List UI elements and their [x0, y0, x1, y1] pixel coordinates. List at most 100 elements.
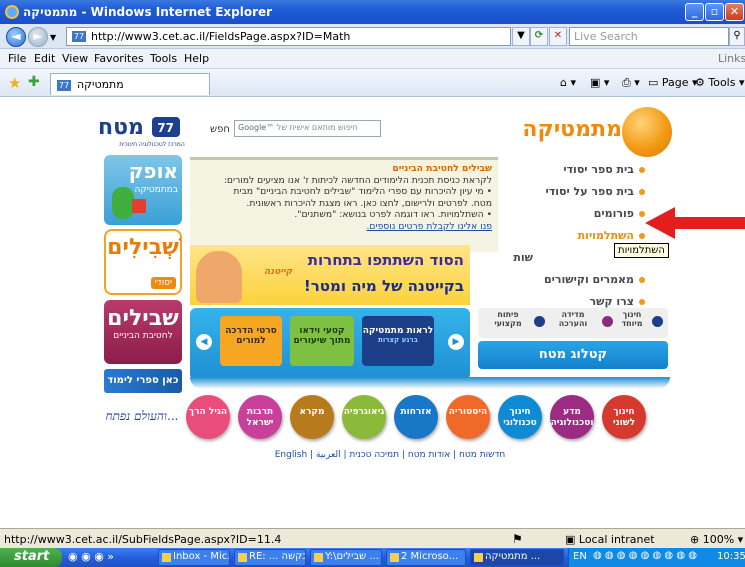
subject-circle[interactable]: מקרא: [290, 395, 334, 439]
link-assessment[interactable]: מדידה והערכה: [546, 310, 600, 328]
link-special-ed[interactable]: חינוך מיוחד: [614, 310, 650, 328]
task-mail-reply[interactable]: RE: ... בקשה: [234, 549, 306, 566]
taskbar: start ◉ ◉ ◉ » Inbox - Mic... RE: ... בקש…: [0, 548, 745, 567]
address-dropdown-button[interactable]: ▼: [512, 27, 530, 46]
nav-item-partial: שות: [513, 251, 533, 264]
language-indicator[interactable]: EN: [573, 551, 587, 562]
menu-file[interactable]: File: [8, 52, 26, 65]
ofek-tile[interactable]: אופק במתמטיקה: [104, 155, 182, 225]
maximize-button[interactable]: ▫: [705, 3, 724, 21]
carousel-item-title: לראות מתמטיקה: [362, 326, 434, 336]
carousel-prev-button[interactable]: ◀: [196, 334, 212, 350]
search-icon[interactable]: ⚲: [729, 27, 745, 46]
page-menu[interactable]: ▭ Page ▾: [648, 76, 698, 89]
search-input[interactable]: Live Search: [569, 27, 729, 46]
task-ie-math[interactable]: מתמטיקה ...: [470, 549, 564, 566]
app-icon: [238, 553, 247, 562]
cet-logo[interactable]: מטח 77: [98, 117, 206, 139]
menu-view[interactable]: View: [62, 52, 88, 65]
clock: 10:35: [717, 551, 745, 562]
links-label[interactable]: Links: [718, 52, 745, 65]
logo-mark-icon: 77: [151, 117, 180, 137]
carousel-item-lesson-videos[interactable]: קטעי וידאו מתוך שיעורים: [290, 316, 354, 366]
app-icon: [474, 553, 483, 562]
site-search-input[interactable]: Google™ חיפוש מותאם אישית של: [234, 120, 381, 137]
start-button[interactable]: start: [0, 548, 62, 567]
menu-edit[interactable]: Edit: [34, 52, 55, 65]
shvilim-elementary-tile[interactable]: שְׁבִילִים יסודי: [104, 229, 182, 295]
stop-icon[interactable]: ✕: [549, 27, 567, 46]
subject-circle[interactable]: הגיל הרך: [186, 395, 230, 439]
subject-circle[interactable]: גיאוגרפיה: [342, 395, 386, 439]
menu-tools[interactable]: Tools: [150, 52, 177, 65]
news-line-3[interactable]: מטח. לפרטים ולרישום, לחצו כאן. ראו מצגת …: [196, 198, 492, 210]
zoom-control[interactable]: ⊕ 100% ▾: [690, 533, 743, 546]
forward-button[interactable]: ►: [28, 27, 48, 47]
nav-item-articles[interactable]: מאמרים וקישורים: [544, 273, 645, 286]
refresh-icon[interactable]: ⟳: [530, 27, 548, 46]
carousel-next-button[interactable]: ▶: [448, 334, 464, 350]
task-microsoft-group[interactable]: 2 Microso...: [386, 549, 466, 566]
subject-circle[interactable]: חינוך לשוני: [602, 395, 646, 439]
kan-books-tile[interactable]: כאן ספרי לימוד: [104, 369, 182, 393]
subject-circle[interactable]: תרבות ישראל: [238, 395, 282, 439]
task-label: RE: ... בקשה: [249, 551, 306, 562]
print-icon[interactable]: ⎙ ▾: [622, 76, 640, 90]
nav-item-contact[interactable]: צרו קשר: [590, 295, 645, 308]
favorites-star-icon[interactable]: ★: [8, 74, 21, 92]
carousel-item-see-math[interactable]: לראות מתמטיקה ברגע קצרות: [362, 316, 434, 366]
feeds-icon[interactable]: ▣ ▾: [590, 76, 609, 89]
banner-subtitle: בקייטנה של מיה ומטר!: [303, 277, 464, 295]
history-dropdown-icon[interactable]: ▼: [50, 33, 56, 42]
news-line-5[interactable]: פנו אלינו לקבלת פרטים נוספים.: [196, 221, 493, 233]
menu-favorites[interactable]: Favorites: [94, 52, 144, 65]
link-professional-dev[interactable]: פיתוח מקצועי: [484, 310, 532, 328]
tab-current[interactable]: 77 מתמטיקה: [50, 73, 210, 95]
close-button[interactable]: ✕: [725, 3, 744, 21]
tray-icons[interactable]: ◍ ◍ ◍ ◍ ◍ ◍ ◍ ◍ ◍: [593, 550, 697, 561]
address-input[interactable]: 77 http://www3.cet.ac.il/FieldsPage.aspx…: [66, 27, 511, 46]
subject-circle[interactable]: חינוך טכנולוגי: [498, 395, 542, 439]
task-label: Y:\שבילים ...: [325, 551, 379, 562]
footer-link-news[interactable]: חדשות מטח: [459, 450, 505, 460]
contest-banner[interactable]: הסוד השתתפו בתחרות בקייטנה של מיה ומטר! …: [190, 245, 470, 305]
special-links-row: פיתוח מקצועי מדידה והערכה חינוך מיוחד: [478, 308, 668, 338]
bullet-icon: [652, 316, 663, 327]
footer-link-arabic[interactable]: العربية: [316, 450, 341, 460]
menu-bar: File Edit View Favorites Tools Help Link…: [0, 49, 745, 69]
carousel-item-teacher-films[interactable]: סרטי הדרכה למורים: [220, 316, 282, 366]
section-title: מתמטיקה: [522, 117, 622, 142]
shvilim-middle-tile[interactable]: שבילים לחטיבת הביניים: [104, 300, 182, 364]
subject-circle[interactable]: היסטוריה: [446, 395, 490, 439]
block-icon: [132, 199, 146, 213]
add-favorite-icon[interactable]: ✚: [28, 74, 40, 90]
news-line-4[interactable]: • השתלמויות. ראו דוגמה לפרט בנושא: "משתנ…: [196, 209, 492, 221]
wave-divider: [190, 377, 670, 389]
protected-mode-icon: ⚑: [512, 532, 523, 546]
nav-item-label: פורומים: [593, 207, 634, 220]
nav-item-forums[interactable]: פורומים: [594, 207, 645, 220]
footer-link-english[interactable]: English: [275, 450, 308, 460]
menu-help[interactable]: Help: [184, 52, 209, 65]
news-title[interactable]: שבילים לחטיבת הביניים: [196, 163, 492, 175]
home-icon[interactable]: ⌂ ▾: [560, 76, 576, 89]
footer-link-about[interactable]: אודות מטח: [408, 450, 450, 460]
task-folder[interactable]: Y:\שבילים ...: [310, 549, 382, 566]
subject-circle[interactable]: מדע וטכנולוגיה: [550, 395, 594, 439]
minimize-button[interactable]: _: [685, 3, 704, 21]
quick-launch-icons[interactable]: ◉ ◉ ◉ »: [68, 550, 114, 563]
nav-item-secondary[interactable]: בית ספר על יסודי: [546, 185, 645, 198]
task-outlook[interactable]: Inbox - Mic...: [158, 549, 230, 566]
nav-item-training[interactable]: השתלמויות: [578, 229, 645, 242]
footer-links: חדשות מטח | אודות מטח | תמיכה טכנית | ال…: [274, 450, 506, 460]
zoom-value: 100%: [702, 533, 735, 546]
girl-character-icon: [196, 251, 242, 303]
catalog-button[interactable]: קטלוג מטח: [478, 341, 668, 369]
address-url: http://www3.cet.ac.il/FieldsPage.aspx?ID…: [91, 30, 351, 43]
page-icon: 77: [72, 31, 86, 42]
back-button[interactable]: ◄: [6, 27, 26, 47]
subject-circle[interactable]: אזרחות: [394, 395, 438, 439]
footer-link-support[interactable]: תמיכה טכנית: [349, 450, 399, 460]
tools-menu[interactable]: ⚙ Tools ▾: [695, 76, 745, 89]
nav-item-elementary[interactable]: בית ספר יסודי: [563, 163, 645, 176]
